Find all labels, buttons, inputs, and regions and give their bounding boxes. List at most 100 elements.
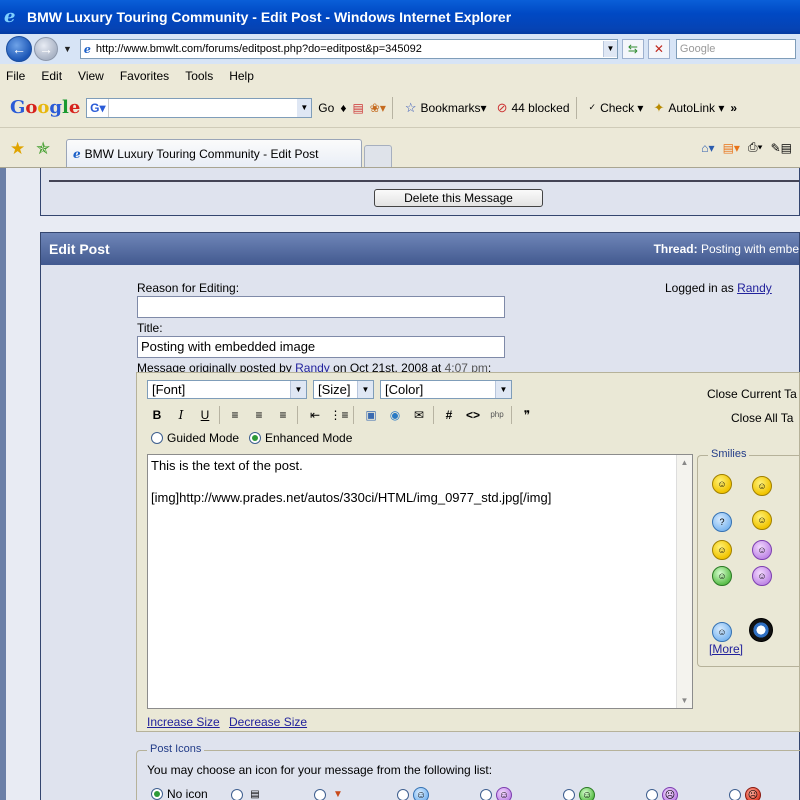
italic-button[interactable]: I: [171, 405, 191, 425]
scroll-down-icon[interactable]: ▼: [677, 693, 692, 708]
guided-mode-option[interactable]: Guided Mode: [151, 431, 239, 445]
toolbar-overflow-icon[interactable]: »: [730, 101, 737, 115]
post-icon-sad-option[interactable]: ☹: [646, 787, 678, 800]
post-icon-grin-option[interactable]: ☺: [563, 787, 595, 800]
post-icon-angry-option[interactable]: ☹: [729, 787, 761, 800]
smiley-confused-icon[interactable]: ?: [712, 512, 732, 532]
history-dropdown-icon[interactable]: ▼: [63, 44, 72, 54]
size-select[interactable]: [Size] ▼: [313, 380, 374, 399]
smiley-wink-icon[interactable]: ☺: [752, 540, 772, 560]
bold-button[interactable]: B: [147, 405, 167, 425]
add-favorites-icon[interactable]: ✯: [36, 139, 56, 159]
smiley-smile-icon[interactable]: ☺: [752, 476, 772, 496]
outdent-button[interactable]: ⇤: [305, 405, 325, 425]
align-center-button[interactable]: ≡: [249, 405, 269, 425]
stop-button[interactable]: ✕: [647, 39, 670, 59]
post-icon-grin-radio[interactable]: [563, 789, 575, 800]
insert-email-button[interactable]: ✉: [409, 405, 429, 425]
smiley-wave-icon[interactable]: ☺: [712, 474, 732, 494]
google-go-button[interactable]: Go: [318, 101, 334, 115]
align-left-button[interactable]: ≡: [225, 405, 245, 425]
smiley-happy-icon[interactable]: ☺: [752, 566, 772, 586]
increase-size-link[interactable]: Increase Size: [147, 715, 220, 729]
underline-button[interactable]: U: [195, 405, 215, 425]
refresh-button[interactable]: ⇆: [621, 39, 644, 59]
menu-help[interactable]: Help: [229, 69, 254, 83]
google-search-input[interactable]: G▾ ▼: [86, 97, 313, 118]
tab-page-icon: e: [73, 146, 81, 161]
google-search-dropdown-icon[interactable]: ▼: [297, 98, 312, 117]
align-right-button[interactable]: ≡: [273, 405, 293, 425]
post-icon-smile-radio[interactable]: [397, 789, 409, 800]
message-textarea[interactable]: This is the text of the post. [img]http:…: [147, 454, 693, 709]
back-button[interactable]: ←: [6, 36, 32, 62]
close-current-tag-link[interactable]: Close Current Ta: [707, 387, 797, 401]
news-icon[interactable]: ♦: [340, 101, 346, 115]
smiley-cool-icon[interactable]: ☺: [712, 622, 732, 642]
post-icons-panel: Post Icons You may choose an icon for yo…: [136, 743, 800, 800]
popup-blocker-button[interactable]: ⊘ 44 blocked: [497, 100, 570, 116]
title-input[interactable]: Posting with embedded image: [137, 336, 505, 358]
post-icon-thumbsdown-radio[interactable]: [314, 789, 326, 800]
autolink-button[interactable]: ✦ AutoLink ▾: [653, 100, 724, 116]
post-icon-angry-radio[interactable]: [729, 789, 741, 800]
post-icon-document-option[interactable]: ▤: [231, 787, 263, 800]
print-icon[interactable]: ⎙▾: [748, 140, 763, 155]
window-title: BMW Luxury Touring Community - Edit Post…: [27, 9, 512, 25]
smiley-sign-icon[interactable]: ☺: [752, 510, 772, 530]
page-menu-icon[interactable]: ✎▤: [771, 141, 792, 155]
quote-button[interactable]: ❞: [517, 405, 537, 425]
enhanced-mode-radio[interactable]: [249, 432, 261, 444]
search-input[interactable]: Google: [675, 39, 796, 59]
new-tab-button[interactable]: [364, 145, 392, 167]
post-icon-document-radio[interactable]: [231, 789, 243, 800]
menu-view[interactable]: View: [78, 69, 104, 83]
php-code-button[interactable]: php: [487, 405, 507, 425]
close-all-tags-link[interactable]: Close All Ta: [731, 411, 793, 425]
menu-tools[interactable]: Tools: [185, 69, 213, 83]
post-icon-tongue-option[interactable]: ☺: [480, 787, 512, 800]
delete-message-button[interactable]: Delete this Message: [374, 189, 543, 207]
forward-button[interactable]: →: [34, 37, 58, 61]
post-icon-thumbsdown-option[interactable]: ▼: [314, 787, 346, 800]
html-code-button[interactable]: <>: [463, 405, 483, 425]
enhanced-mode-option[interactable]: Enhanced Mode: [249, 431, 352, 445]
url-dropdown-icon[interactable]: ▼: [602, 41, 617, 57]
code-hash-button[interactable]: #: [439, 405, 459, 425]
tab-edit-post[interactable]: e BMW Luxury Touring Community - Edit Po…: [66, 139, 362, 167]
favorites-star-icon[interactable]: ★: [10, 139, 30, 159]
insert-image-button[interactable]: ▣: [361, 405, 381, 425]
logged-in-user-link[interactable]: Randy: [737, 281, 772, 295]
textarea-scrollbar[interactable]: ▲ ▼: [676, 455, 692, 708]
menu-edit[interactable]: Edit: [41, 69, 62, 83]
post-icons-instruction: You may choose an icon for your message …: [147, 763, 493, 777]
menu-file[interactable]: File: [6, 69, 25, 83]
post-icon-tongue-radio[interactable]: [480, 789, 492, 800]
post-icon-sad-radio[interactable]: [646, 789, 658, 800]
smiley-grin-icon[interactable]: ☺: [712, 566, 732, 586]
pagerank-icon[interactable]: ▤: [352, 101, 363, 115]
bookmarks-button[interactable]: ☆ Bookmarks ▾: [405, 100, 487, 116]
scroll-up-icon[interactable]: ▲: [677, 455, 692, 470]
decrease-size-link[interactable]: Decrease Size: [229, 715, 307, 729]
thread-title[interactable]: Posting with embe: [701, 242, 799, 256]
menu-favorites[interactable]: Favorites: [120, 69, 169, 83]
guided-mode-radio[interactable]: [151, 432, 163, 444]
address-bar[interactable]: e http://www.bmwlt.com/forums/editpost.p…: [79, 39, 618, 59]
home-icon[interactable]: ⌂▾: [701, 141, 714, 155]
color-select[interactable]: [Color] ▼: [380, 380, 512, 399]
post-icon-none-radio[interactable]: [151, 788, 163, 800]
bullet-list-button[interactable]: ⋮≡: [329, 405, 349, 425]
more-smilies-link[interactable]: [More]: [709, 642, 743, 656]
spellcheck-button[interactable]: ✓ Check ▾: [589, 101, 644, 115]
url-text[interactable]: http://www.bmwlt.com/forums/editpost.php…: [96, 43, 603, 55]
reason-input[interactable]: [137, 296, 505, 318]
post-icon-none-option[interactable]: No icon: [151, 787, 208, 800]
post-icon-smile-option[interactable]: ☺: [397, 787, 429, 800]
smiley-cheer-icon[interactable]: ☺: [712, 540, 732, 560]
puzzle-icon[interactable]: ❀▾: [370, 101, 386, 115]
bmw-logo-icon[interactable]: [749, 618, 773, 642]
rss-feed-icon[interactable]: ▤▾: [723, 141, 740, 155]
insert-link-button[interactable]: ◉: [385, 405, 405, 425]
font-select[interactable]: [Font] ▼: [147, 380, 307, 399]
